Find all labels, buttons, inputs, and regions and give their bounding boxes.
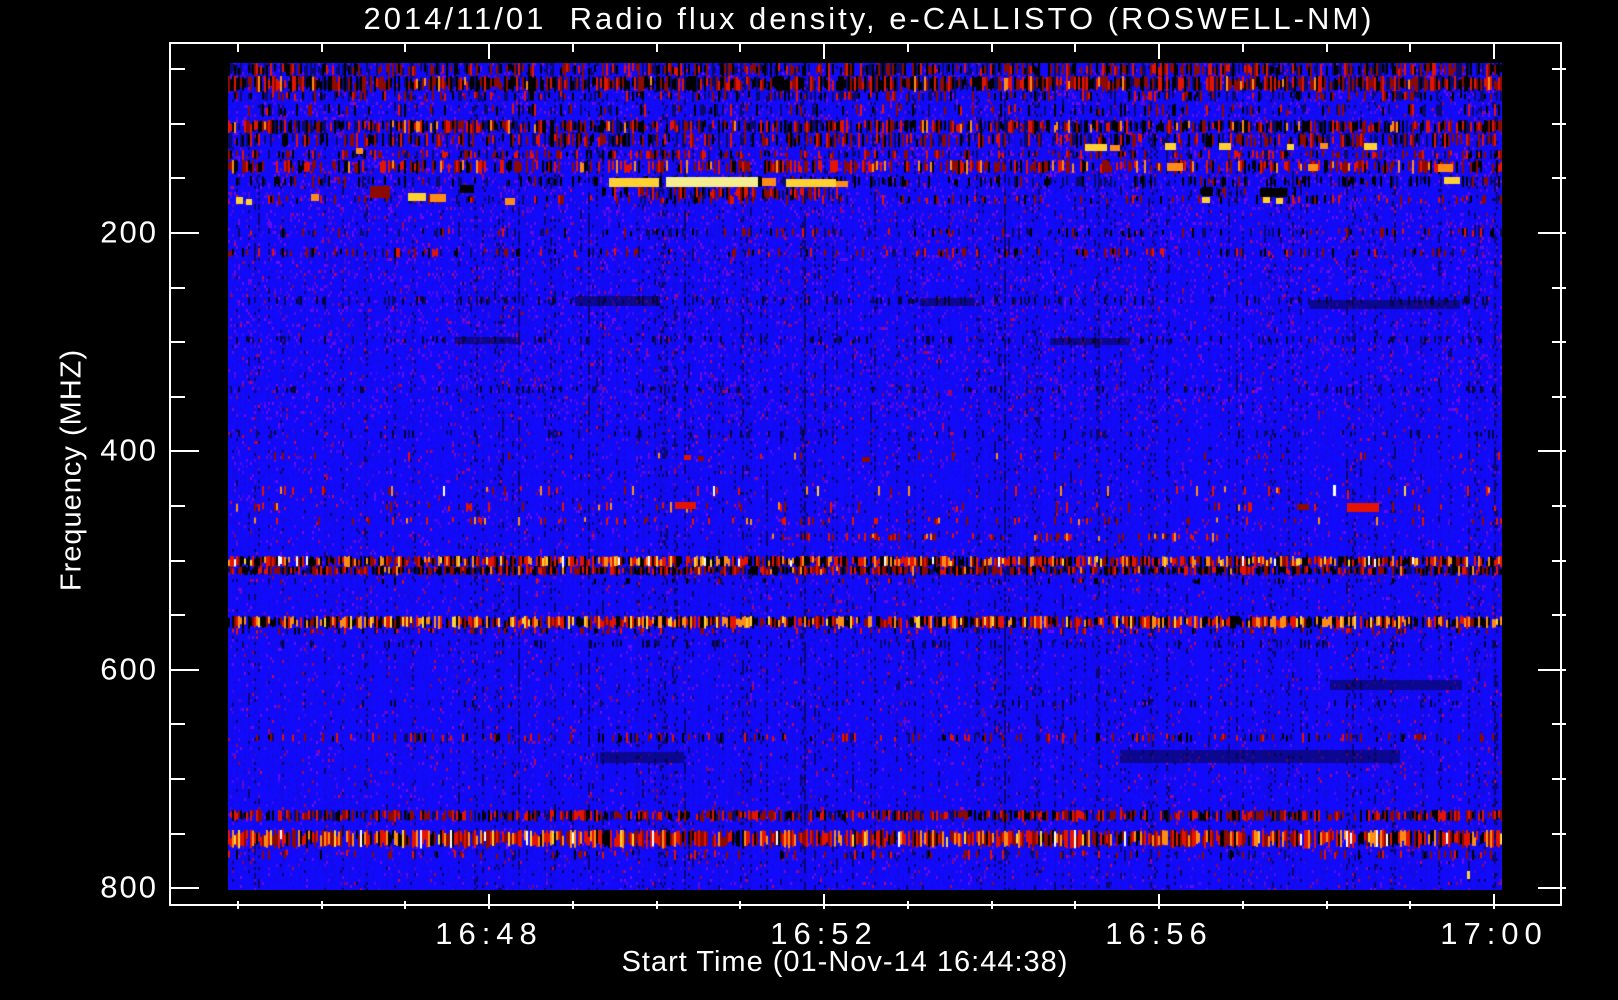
y-tick-label: 800 xyxy=(100,869,158,905)
axis-tick xyxy=(571,901,574,909)
axis-tick xyxy=(1158,44,1160,59)
axis-tick xyxy=(171,832,185,835)
axis-tick xyxy=(171,177,185,180)
axis-tick xyxy=(1074,44,1077,52)
axis-tick xyxy=(1552,341,1566,344)
axis-tick xyxy=(171,778,185,780)
chart-title: 2014/11/01 Radio flux density, e-CALLIST… xyxy=(363,1,1375,36)
axis-tick xyxy=(1552,505,1566,507)
axis-tick xyxy=(171,668,199,671)
axis-tick xyxy=(571,44,574,52)
axis-tick xyxy=(655,44,658,52)
axis-tick xyxy=(171,341,185,344)
axis-tick xyxy=(171,887,199,890)
axis-tick xyxy=(171,505,185,507)
axis-tick xyxy=(171,395,185,398)
axis-tick xyxy=(171,450,199,453)
axis-tick xyxy=(1552,778,1566,780)
axis-tick xyxy=(1552,177,1566,180)
axis-tick xyxy=(1538,668,1566,671)
axis-tick xyxy=(171,122,185,125)
x-axis-label: Start Time (01-Nov-14 16:44:38) xyxy=(621,946,1069,978)
axis-tick xyxy=(1409,901,1412,909)
axis-tick xyxy=(1241,901,1244,909)
axis-tick xyxy=(236,901,239,909)
x-tick-label: 17:00 xyxy=(1440,916,1548,951)
axis-tick xyxy=(404,44,407,52)
axis-tick xyxy=(404,901,407,909)
axis-tick xyxy=(1158,894,1160,909)
spectrogram-figure: 2014/11/01 Radio flux density, e-CALLIST… xyxy=(0,0,1618,1000)
axis-tick xyxy=(1493,44,1495,59)
y-tick-label: 600 xyxy=(100,651,158,687)
axis-tick xyxy=(906,44,909,52)
axis-tick xyxy=(320,44,323,52)
x-tick-label: 16:48 xyxy=(435,916,543,951)
axis-tick xyxy=(488,894,490,909)
spectrogram-heatmap xyxy=(228,63,1502,890)
axis-tick xyxy=(1325,901,1328,909)
axis-tick xyxy=(990,44,993,52)
axis-tick xyxy=(823,894,825,909)
axis-tick xyxy=(1325,44,1328,52)
axis-tick xyxy=(1552,68,1566,71)
axis-tick xyxy=(488,44,490,59)
axis-tick xyxy=(1538,887,1566,890)
axis-tick xyxy=(1552,832,1566,835)
axis-tick xyxy=(1493,894,1495,909)
axis-tick xyxy=(1074,901,1077,909)
axis-tick xyxy=(171,614,185,617)
axis-tick xyxy=(1538,450,1566,453)
axis-tick xyxy=(171,559,185,562)
axis-tick xyxy=(823,44,825,59)
axis-tick xyxy=(990,901,993,909)
axis-tick xyxy=(1241,44,1244,52)
axis-tick xyxy=(906,901,909,909)
x-tick-label: 16:56 xyxy=(1105,916,1213,951)
axis-tick xyxy=(1552,122,1566,125)
axis-tick xyxy=(171,232,199,234)
axis-tick xyxy=(1538,232,1566,234)
axis-tick xyxy=(236,44,239,52)
axis-tick xyxy=(171,68,185,71)
axis-tick xyxy=(655,901,658,909)
axis-tick xyxy=(171,723,185,726)
axis-tick xyxy=(1552,559,1566,562)
y-axis-label: Frequency (MHZ) xyxy=(55,348,88,592)
y-tick-label: 200 xyxy=(100,214,158,250)
axis-tick xyxy=(1552,395,1566,398)
axis-tick xyxy=(739,901,742,909)
axis-tick xyxy=(1552,723,1566,726)
axis-tick xyxy=(1552,286,1566,289)
axis-tick xyxy=(320,901,323,909)
axis-tick xyxy=(1409,44,1412,52)
axis-tick xyxy=(739,44,742,52)
axis-tick xyxy=(1552,614,1566,617)
axis-tick xyxy=(171,286,185,289)
